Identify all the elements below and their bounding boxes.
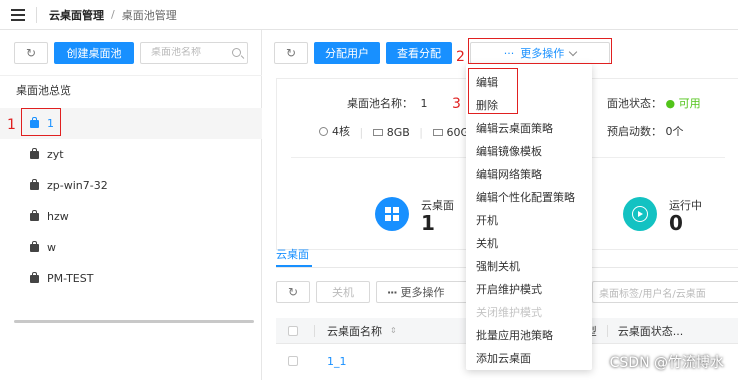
- pool-search-input[interactable]: [151, 47, 229, 58]
- menu-item-add-desktop[interactable]: 添加云桌面: [466, 346, 592, 369]
- more-actions-button[interactable]: ··· 更多操作: [376, 281, 472, 303]
- menu-item-edit-personalization[interactable]: 编辑个性化配置策略: [466, 185, 592, 208]
- breadcrumb-root[interactable]: 云桌面管理: [49, 7, 104, 23]
- search-icon[interactable]: [232, 48, 241, 57]
- pool-status-key: 面池状态：: [607, 97, 662, 110]
- breadcrumb-current: 桌面池管理: [121, 8, 177, 22]
- tab-cloud-desktops[interactable]: 云桌面: [276, 246, 309, 262]
- memory-icon: [372, 128, 383, 136]
- refresh-button[interactable]: ↻: [274, 42, 308, 64]
- more-dots-icon: ···: [503, 46, 515, 60]
- menu-item-force-shutdown[interactable]: 强制关机: [466, 254, 592, 277]
- menu-icon[interactable]: [0, 8, 36, 21]
- view-assignment-button[interactable]: 查看分配: [386, 42, 452, 64]
- memory-spec: 8GB: [386, 125, 410, 139]
- refresh-icon: ↻: [285, 46, 297, 60]
- assign-user-button[interactable]: 分配用户: [314, 42, 380, 64]
- disk-icon: [432, 128, 443, 136]
- pool-label: zyt: [47, 148, 64, 161]
- refresh-button[interactable]: ↻: [276, 281, 310, 303]
- preboot-value: 0个: [665, 125, 684, 138]
- pool-item[interactable]: zyt: [0, 139, 262, 170]
- horizontal-scrollbar[interactable]: [14, 320, 254, 323]
- pool-overview-label[interactable]: 桌面池总览: [16, 82, 71, 98]
- sidebar-toolbar: ↻ 创建桌面池: [0, 30, 262, 76]
- cpu-spec: 4核: [332, 125, 350, 138]
- column-divider: [606, 324, 608, 337]
- annotation-number-1: 1: [7, 117, 16, 133]
- column-divider: [314, 324, 315, 337]
- desktop-pool-icon: [30, 209, 39, 221]
- pool-status-value: ● 可用: [665, 97, 701, 110]
- refresh-icon: ↻: [287, 285, 299, 299]
- desktop-name-link[interactable]: 1_1: [327, 355, 347, 368]
- pool-status-row: 面池状态： ● 可用: [607, 95, 701, 111]
- pool-spec-row: 4核 | 8GB | 60GB: [319, 123, 477, 139]
- menu-item-disable-maintenance: 关闭维护模式: [476, 305, 542, 319]
- menu-item-edit-network-policy[interactable]: 编辑网络策略: [466, 162, 592, 185]
- shutdown-button[interactable]: 关机: [316, 281, 370, 303]
- pool-item[interactable]: hzw: [0, 201, 262, 232]
- pool-list: 1 zyt zp-win7-32 hzw w PM-TEST: [0, 108, 262, 294]
- play-icon: [623, 197, 657, 231]
- chevron-down-icon: [569, 47, 578, 56]
- desktop-pool-icon: [30, 147, 39, 159]
- pool-label: 1: [47, 117, 54, 130]
- refresh-button[interactable]: ↻: [14, 41, 48, 64]
- annotation-number-3: 3: [452, 96, 461, 112]
- pool-label: PM-TEST: [47, 272, 94, 285]
- pool-sidebar: ↻ 创建桌面池 桌面池总览 1 zyt zp-win7-32 hzw w PM-…: [0, 30, 262, 380]
- desktop-pool-icon: [30, 178, 39, 190]
- desktop-pool-icon: [30, 240, 39, 252]
- menu-item-batch-apply-policy[interactable]: 批量应用池策略: [466, 323, 592, 346]
- pool-item[interactable]: PM-TEST: [0, 263, 262, 294]
- pool-label: hzw: [47, 210, 69, 223]
- refresh-icon: ↻: [25, 45, 37, 60]
- watermark: CSDN @竹流博水: [609, 355, 724, 371]
- column-header-name[interactable]: 云桌面名称: [327, 323, 382, 339]
- pool-name-value: 1: [420, 97, 428, 110]
- select-all-checkbox[interactable]: [288, 325, 298, 336]
- pool-name-key: 桌面池名称：: [347, 97, 413, 110]
- desktop-search-input[interactable]: 桌面标签/用户名/云桌面: [592, 281, 738, 303]
- annotation-number-2: 2: [456, 49, 465, 65]
- pool-item[interactable]: zp-win7-32: [0, 170, 262, 201]
- pool-item[interactable]: 1: [0, 108, 262, 139]
- more-dots-icon: ···: [387, 285, 398, 299]
- pool-label: w: [47, 241, 56, 254]
- pool-item[interactable]: w: [0, 232, 262, 263]
- pool-search-field[interactable]: [140, 41, 248, 64]
- preboot-row: 预启动数： 0个: [607, 123, 684, 139]
- desktop-pool-icon: [30, 271, 39, 283]
- running-count: 0: [669, 211, 683, 235]
- more-actions-label: 更多操作: [520, 47, 565, 60]
- table-toolbar: ↻ 关机 ··· 更多操作: [276, 281, 472, 303]
- divider: [36, 6, 37, 23]
- menu-item-edit[interactable]: 编辑: [466, 70, 592, 93]
- desktops-count: 1: [421, 211, 435, 235]
- row-checkbox[interactable]: [288, 356, 298, 366]
- menu-item-edit-desktop-policy[interactable]: 编辑云桌面策略: [466, 116, 592, 139]
- desktop-pool-icon: [30, 116, 39, 128]
- pool-label: zp-win7-32: [47, 179, 108, 192]
- pool-name-row: 桌面池名称： 1: [347, 95, 428, 111]
- breadcrumb-separator: /: [111, 8, 115, 21]
- column-header-status[interactable]: 云桌面状态...: [618, 323, 684, 339]
- more-actions-label: 更多操作: [400, 286, 445, 299]
- more-actions-button[interactable]: ··· 更多操作: [470, 42, 610, 64]
- cpu-icon: [319, 126, 328, 136]
- windows-icon: [375, 197, 409, 231]
- menu-item-shutdown[interactable]: 关机: [466, 231, 592, 254]
- menu-item-power-on[interactable]: 开机: [466, 208, 592, 231]
- create-pool-button[interactable]: 创建桌面池: [54, 41, 134, 64]
- sort-icon[interactable]: ⇕: [390, 326, 397, 335]
- preboot-key: 预启动数：: [607, 125, 662, 138]
- top-bar: 云桌面管理 / 桌面池管理: [0, 0, 738, 30]
- menu-item-delete[interactable]: 删除: [466, 93, 592, 116]
- menu-item-enable-maintenance[interactable]: 开启维护模式: [466, 277, 592, 300]
- more-actions-dropdown: 编辑 删除 编辑云桌面策略 编辑镜像模板 编辑网络策略 编辑个性化配置策略 开机…: [466, 64, 592, 370]
- menu-item-edit-image-template[interactable]: 编辑镜像模板: [466, 139, 592, 162]
